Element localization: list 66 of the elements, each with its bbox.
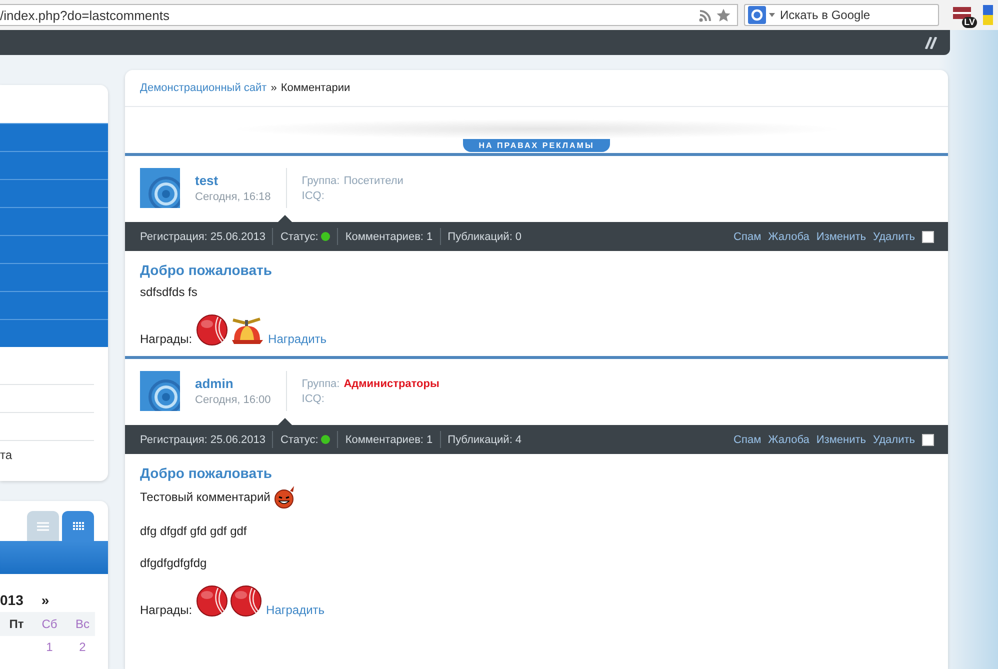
author-name[interactable]: admin xyxy=(195,376,271,391)
comment-action-link[interactable]: Спам xyxy=(734,230,762,242)
comment-action-link[interactable]: Жалоба xyxy=(768,230,810,242)
calendar-year: 013 xyxy=(0,592,24,608)
breadcrumb-current: Комментарии xyxy=(280,82,350,94)
awards-label: Награды: xyxy=(140,332,192,346)
breadcrumb-separator: » xyxy=(270,82,277,94)
comment-text: Тестовый комментарий xyxy=(140,490,270,504)
author-name[interactable]: test xyxy=(195,173,271,188)
comment-text: dfg dfgdf gfd gdf gdf xyxy=(140,524,247,538)
slash-logo-icon xyxy=(922,36,938,48)
publications-count: Публикаций: 4 xyxy=(448,434,522,446)
comment-time: Сегодня, 16:18 xyxy=(195,191,271,203)
ball-award-icon xyxy=(230,585,262,617)
comment-time: Сегодня, 16:00 xyxy=(195,394,271,406)
comment-action-link[interactable]: Спам xyxy=(734,434,762,446)
give-award-link[interactable]: Наградить xyxy=(266,603,325,617)
flag-icon[interactable] xyxy=(983,5,993,25)
weekday-header: Пт xyxy=(8,617,25,631)
group-label: Группа: xyxy=(302,378,340,390)
comment-action-link[interactable]: Удалить xyxy=(873,230,915,242)
comment-action-link[interactable]: Изменить xyxy=(816,230,866,242)
next-month-link[interactable]: » xyxy=(41,592,50,608)
avatar-icon xyxy=(140,168,180,208)
search-bar[interactable]: Искать в Google xyxy=(744,4,939,26)
ball-award-icon xyxy=(196,314,228,346)
comment-action-link[interactable]: Изменить xyxy=(816,434,866,446)
comments-count: Комментариев: 1 xyxy=(345,434,433,446)
registration-date: Регистрация: 25.06.2013 xyxy=(140,434,266,446)
weekday-header: Сб xyxy=(40,617,58,631)
avatar-icon xyxy=(140,371,180,411)
sidebar-link[interactable]: та xyxy=(0,441,94,469)
comment-text: dfgdfgdfgfdg xyxy=(140,556,207,570)
ad-label: НА ПРАВАХ РЕКЛАМЫ xyxy=(462,139,610,152)
calendar-date[interactable]: 2 xyxy=(79,640,86,654)
status-label: Статус: xyxy=(280,434,318,446)
calendar-date[interactable]: 1 xyxy=(46,640,53,654)
list-icon xyxy=(37,522,49,530)
ball-award-icon xyxy=(196,585,228,617)
give-award-link[interactable]: Наградить xyxy=(268,332,327,346)
status-label: Статус: xyxy=(280,230,318,242)
weekday-header: Вс xyxy=(74,617,90,631)
star-icon[interactable] xyxy=(716,8,731,22)
view-tab[interactable] xyxy=(62,511,94,541)
select-checkbox[interactable] xyxy=(922,230,934,242)
group-label: Группа: xyxy=(302,174,340,186)
rss-icon[interactable] xyxy=(699,8,712,22)
url-text: /index.php?do=lastcomments xyxy=(0,8,170,22)
comment-title[interactable]: Добро пожаловать xyxy=(140,465,933,481)
search-engine-icon[interactable] xyxy=(748,6,776,24)
comment-title[interactable]: Добро пожаловать xyxy=(140,262,933,278)
select-checkbox[interactable] xyxy=(922,434,934,446)
breadcrumb-link[interactable]: Демонстрационный сайт xyxy=(140,82,267,94)
registration-date: Регистрация: 25.06.2013 xyxy=(140,230,266,242)
group-name: Администраторы xyxy=(344,378,440,390)
icq-label: ICQ: xyxy=(302,392,326,404)
group-name: Посетители xyxy=(344,174,404,186)
comment-action-link[interactable]: Удалить xyxy=(873,434,915,446)
icq-label: ICQ: xyxy=(302,190,326,202)
comment-action-link[interactable]: Жалоба xyxy=(768,434,810,446)
grid-icon xyxy=(72,522,84,530)
awards-label: Награды: xyxy=(140,603,192,617)
address-bar[interactable]: /index.php?do=lastcomments xyxy=(0,4,738,26)
publications-count: Публикаций: 0 xyxy=(448,230,522,242)
comment-text: sdfsdfds fs xyxy=(140,285,198,299)
comments-count: Комментариев: 1 xyxy=(345,230,433,242)
